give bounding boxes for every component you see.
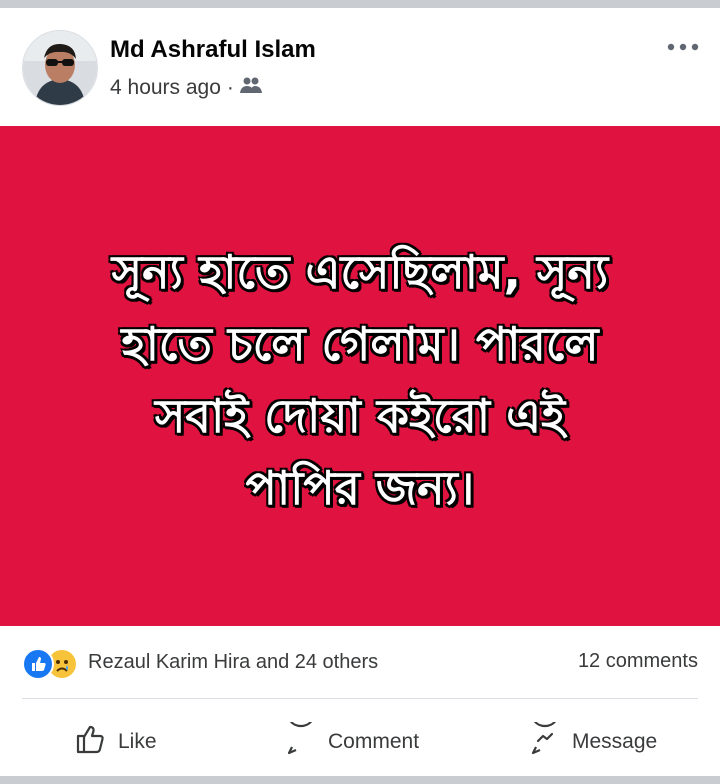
post-image[interactable]: সূন্য হাতে এসেছিলাম, সূন্য হাতে চলে গেলা… [0,126,720,626]
more-options-icon[interactable] [666,40,700,54]
post-text-line: সূন্য হাতে এসেছিলাম, সূন্য [111,245,609,299]
post-time[interactable]: 4 hours ago [110,76,221,100]
divider [22,698,698,699]
comments-count[interactable]: 12 comments [578,650,698,673]
avatar[interactable] [22,30,98,106]
post-actions: Like Comment Message [0,700,720,768]
post-header: Md Ashraful Islam 4 hours ago · [0,8,720,126]
post-text-line: হাতে চলে গেলাম। পারলে [121,317,599,371]
post-text-line: পাপির জন্য। [245,461,475,515]
post-card: Md Ashraful Islam 4 hours ago · সূন্য হা… [0,8,720,776]
like-button[interactable]: Like [74,722,157,762]
post-meta: 4 hours ago · [110,76,262,100]
friends-icon [239,76,262,100]
feed-separator [0,776,720,784]
comment-button[interactable]: Comment [284,700,420,762]
post-text-line: সবাই দোয়া কইরো এই [154,389,566,443]
message-label: Message [572,730,658,753]
author-name[interactable]: Md Ashraful Islam [110,36,316,64]
comment-icon [284,700,328,762]
thumbs-up-icon [74,722,118,762]
meta-separator: · [226,76,234,99]
post-text: সূন্য হাতে এসেছিলাম, সূন্য হাতে চলে গেলা… [40,236,680,524]
messenger-icon [528,700,572,762]
reactions-bar: Rezaul Karim Hira and 24 others 12 comme… [22,644,698,680]
like-label: Like [118,730,157,753]
comment-label: Comment [328,730,420,753]
reactors-summary[interactable]: Rezaul Karim Hira and 24 others [88,651,378,674]
message-button[interactable]: Message [528,700,658,762]
like-reaction-icon [22,648,54,680]
reaction-icons[interactable] [22,647,80,680]
